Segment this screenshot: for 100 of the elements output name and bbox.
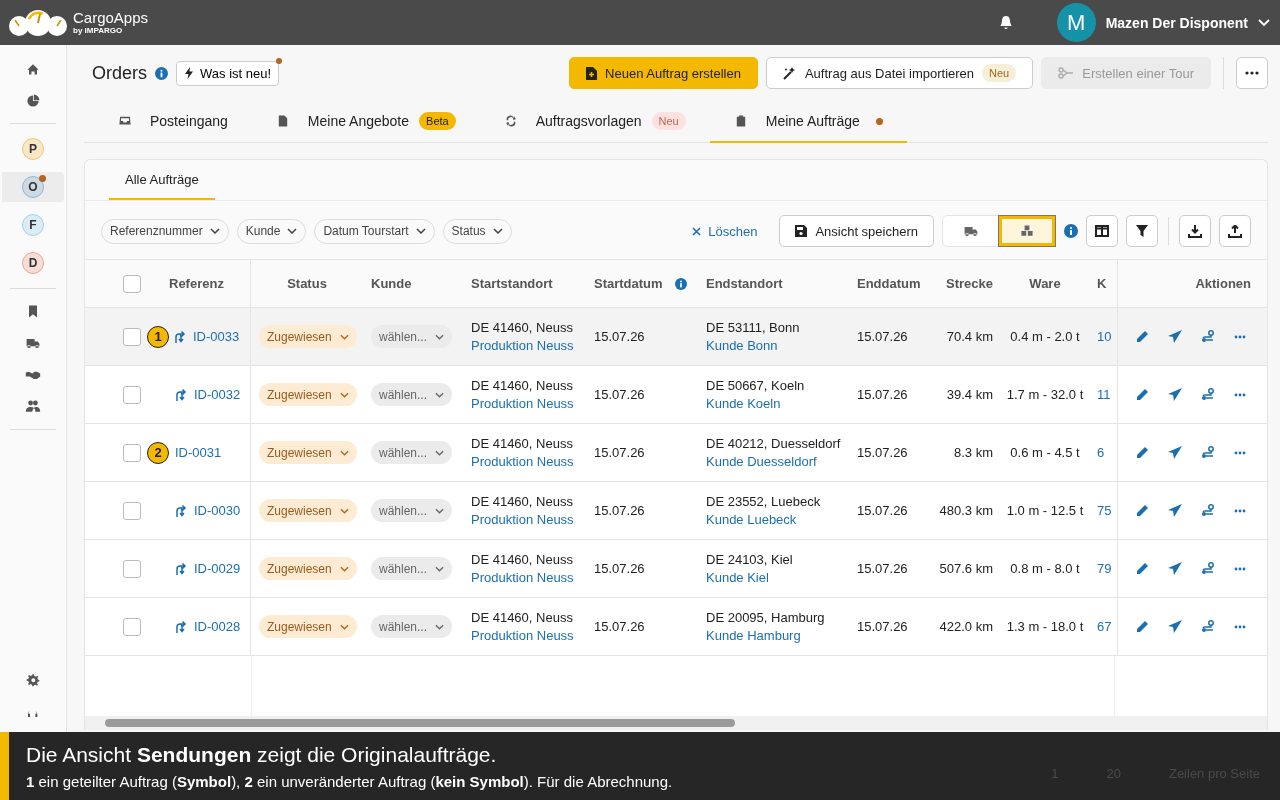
order-link[interactable]: ID-0030 — [194, 503, 241, 518]
status-dropdown[interactable]: Zugewiesen — [259, 499, 357, 522]
workspace-avatar[interactable]: O — [22, 176, 44, 198]
status-dropdown[interactable]: Zugewiesen — [259, 557, 357, 580]
column-header[interactable]: Kunde — [371, 276, 412, 291]
table-cell: 15.07.26 — [594, 387, 645, 402]
customer-dropdown[interactable]: wählen... — [371, 441, 453, 464]
table-cell: 422.0 km — [939, 619, 993, 634]
site-link[interactable]: Produktion Neuss — [471, 512, 574, 527]
column-header[interactable]: Endstandort — [706, 276, 783, 291]
user-name[interactable]: Mazen Der Disponent — [1105, 14, 1248, 31]
table-cell: DE 40212, Duesseldorf — [706, 436, 841, 451]
table-cell: DE 41460, Neuss — [471, 436, 573, 451]
column-header[interactable]: Referenz — [169, 276, 224, 291]
table-cell: 15.07.26 — [857, 619, 908, 634]
filter-dropdown[interactable]: Status — [442, 218, 512, 244]
filter-dropdown[interactable]: Datum Tourstart — [314, 218, 435, 244]
save-view-button[interactable]: Ansicht speichern — [779, 215, 934, 247]
tab[interactable]: Meine Aufträge — [709, 101, 907, 143]
status-dropdown[interactable]: Zugewiesen — [259, 441, 357, 464]
order-link[interactable]: ID-0032 — [194, 387, 241, 402]
table-cell: 15.07.26 — [857, 445, 908, 460]
table-cell[interactable]: 67 — [1097, 619, 1112, 634]
table-cell: 0.6 m - 4.5 t — [1010, 445, 1080, 460]
caption-title: Die Ansicht Sendungen zeigt die Originalaufträge. — [26, 742, 498, 767]
table-cell: 70.4 km — [946, 329, 993, 344]
status-dropdown[interactable]: Zugewiesen — [259, 615, 357, 638]
table-cell: DE 23552, Luebeck — [706, 494, 821, 509]
table-cell[interactable]: 79 — [1097, 561, 1112, 576]
tab[interactable]: Alle Aufträge — [109, 160, 215, 200]
tab[interactable]: Posteingang — [94, 101, 252, 143]
create-order-button[interactable]: Neuen Auftrag erstellen — [569, 57, 758, 89]
app-byline: by IMPARGO — [73, 27, 124, 35]
tab[interactable]: Meine Angebote Beta — [251, 101, 480, 143]
table-cell: 15.07.26 — [594, 445, 645, 460]
column-header[interactable]: Enddatum — [857, 276, 921, 291]
column-header[interactable]: Strecke — [946, 276, 993, 291]
column-header[interactable]: Ware — [1029, 276, 1061, 291]
table-cell: 8.3 km — [954, 445, 993, 460]
column-header[interactable]: Startdatum — [594, 276, 663, 291]
site-link[interactable]: Produktion Neuss — [471, 454, 574, 469]
site-link[interactable]: Kunde Bonn — [706, 338, 778, 353]
customer-dropdown[interactable]: wählen... — [371, 499, 453, 522]
tab[interactable]: Auftragsvorlagen Neu — [479, 101, 710, 143]
workspace-avatar[interactable]: D — [22, 252, 44, 274]
table-cell[interactable]: 10 — [1097, 329, 1112, 344]
column-header[interactable]: Status — [287, 276, 327, 291]
workspace-avatar[interactable]: F — [22, 214, 44, 236]
site-link[interactable]: Produktion Neuss — [471, 338, 574, 353]
site-link[interactable]: Kunde Hamburg — [706, 628, 801, 643]
column-header[interactable]: Startstandort — [471, 276, 553, 291]
site-link[interactable]: Produktion Neuss — [471, 628, 574, 643]
customer-dropdown[interactable]: wählen... — [371, 383, 453, 406]
customer-dropdown[interactable]: wählen... — [371, 325, 453, 348]
caption-text: 1 ein geteilter Auftrag (Symbol), 2 ein unveränderter Auftrag (kein Symbol). Für die Abrechnung. — [26, 772, 673, 790]
table-cell: 15.07.26 — [594, 329, 645, 344]
table-cell: 15.07.26 — [594, 503, 645, 518]
site-link[interactable]: Kunde Koeln — [706, 396, 781, 411]
table-cell[interactable]: 6 — [1097, 445, 1105, 460]
order-link[interactable]: ID-0031 — [175, 445, 222, 460]
site-link[interactable]: Kunde Duesseldorf — [706, 454, 817, 469]
app-name: CargoApps — [73, 10, 149, 25]
table-cell: 39.4 km — [946, 387, 993, 402]
table-cell: DE 41460, Neuss — [471, 320, 573, 335]
customer-dropdown[interactable]: wählen... — [371, 615, 453, 638]
filter-dropdown[interactable]: Kunde — [236, 218, 307, 244]
column-header[interactable]: Aktionen — [1195, 276, 1251, 291]
order-link[interactable]: ID-0029 — [194, 561, 241, 576]
status-dropdown[interactable]: Zugewiesen — [259, 383, 357, 406]
table-cell: DE 41460, Neuss — [471, 552, 573, 567]
order-link[interactable]: ID-0028 — [194, 619, 241, 634]
table-cell: DE 41460, Neuss — [471, 494, 573, 509]
customer-dropdown[interactable]: wählen... — [371, 557, 453, 580]
table-cell: 15.07.26 — [857, 329, 908, 344]
site-link[interactable]: Kunde Kiel — [706, 570, 769, 585]
table-cell: DE 20095, Hamburg — [706, 610, 825, 625]
status-dropdown[interactable]: Zugewiesen — [259, 325, 357, 348]
table-cell: 1.7 m - 32.0 t — [1006, 387, 1084, 402]
tab-badge: Neu — [651, 112, 686, 130]
column-header[interactable]: K — [1097, 276, 1107, 291]
table-cell: 15.07.26 — [857, 561, 908, 576]
clear-filters-link[interactable]: Löschen — [686, 222, 764, 240]
workspace-avatar[interactable]: P — [22, 138, 44, 160]
table-cell: DE 41460, Neuss — [471, 378, 573, 393]
order-link[interactable]: ID-0033 — [193, 329, 240, 344]
table-cell[interactable]: 11 — [1097, 387, 1111, 402]
table-cell: 480.3 km — [939, 503, 993, 518]
site-link[interactable]: Produktion Neuss — [471, 570, 574, 585]
site-link[interactable]: Kunde Luebeck — [706, 512, 797, 527]
filter-dropdown[interactable]: Referenznummer — [101, 218, 229, 244]
table-cell: 1.3 m - 18.0 t — [1006, 619, 1084, 634]
table-cell: DE 53111, Bonn — [706, 320, 800, 335]
whats-new-button[interactable]: Was ist neu! — [176, 60, 280, 86]
import-button[interactable]: Auftrag aus Datei importieren Neu — [765, 57, 1034, 89]
table-cell: 0.8 m - 8.0 t — [1010, 561, 1080, 576]
table-cell[interactable]: 75 — [1097, 503, 1112, 518]
site-link[interactable]: Produktion Neuss — [471, 396, 574, 411]
table-cell: DE 41460, Neuss — [471, 610, 573, 625]
user-avatar[interactable]: M — [1056, 3, 1096, 42]
table-cell: DE 50667, Koeln — [706, 378, 805, 393]
